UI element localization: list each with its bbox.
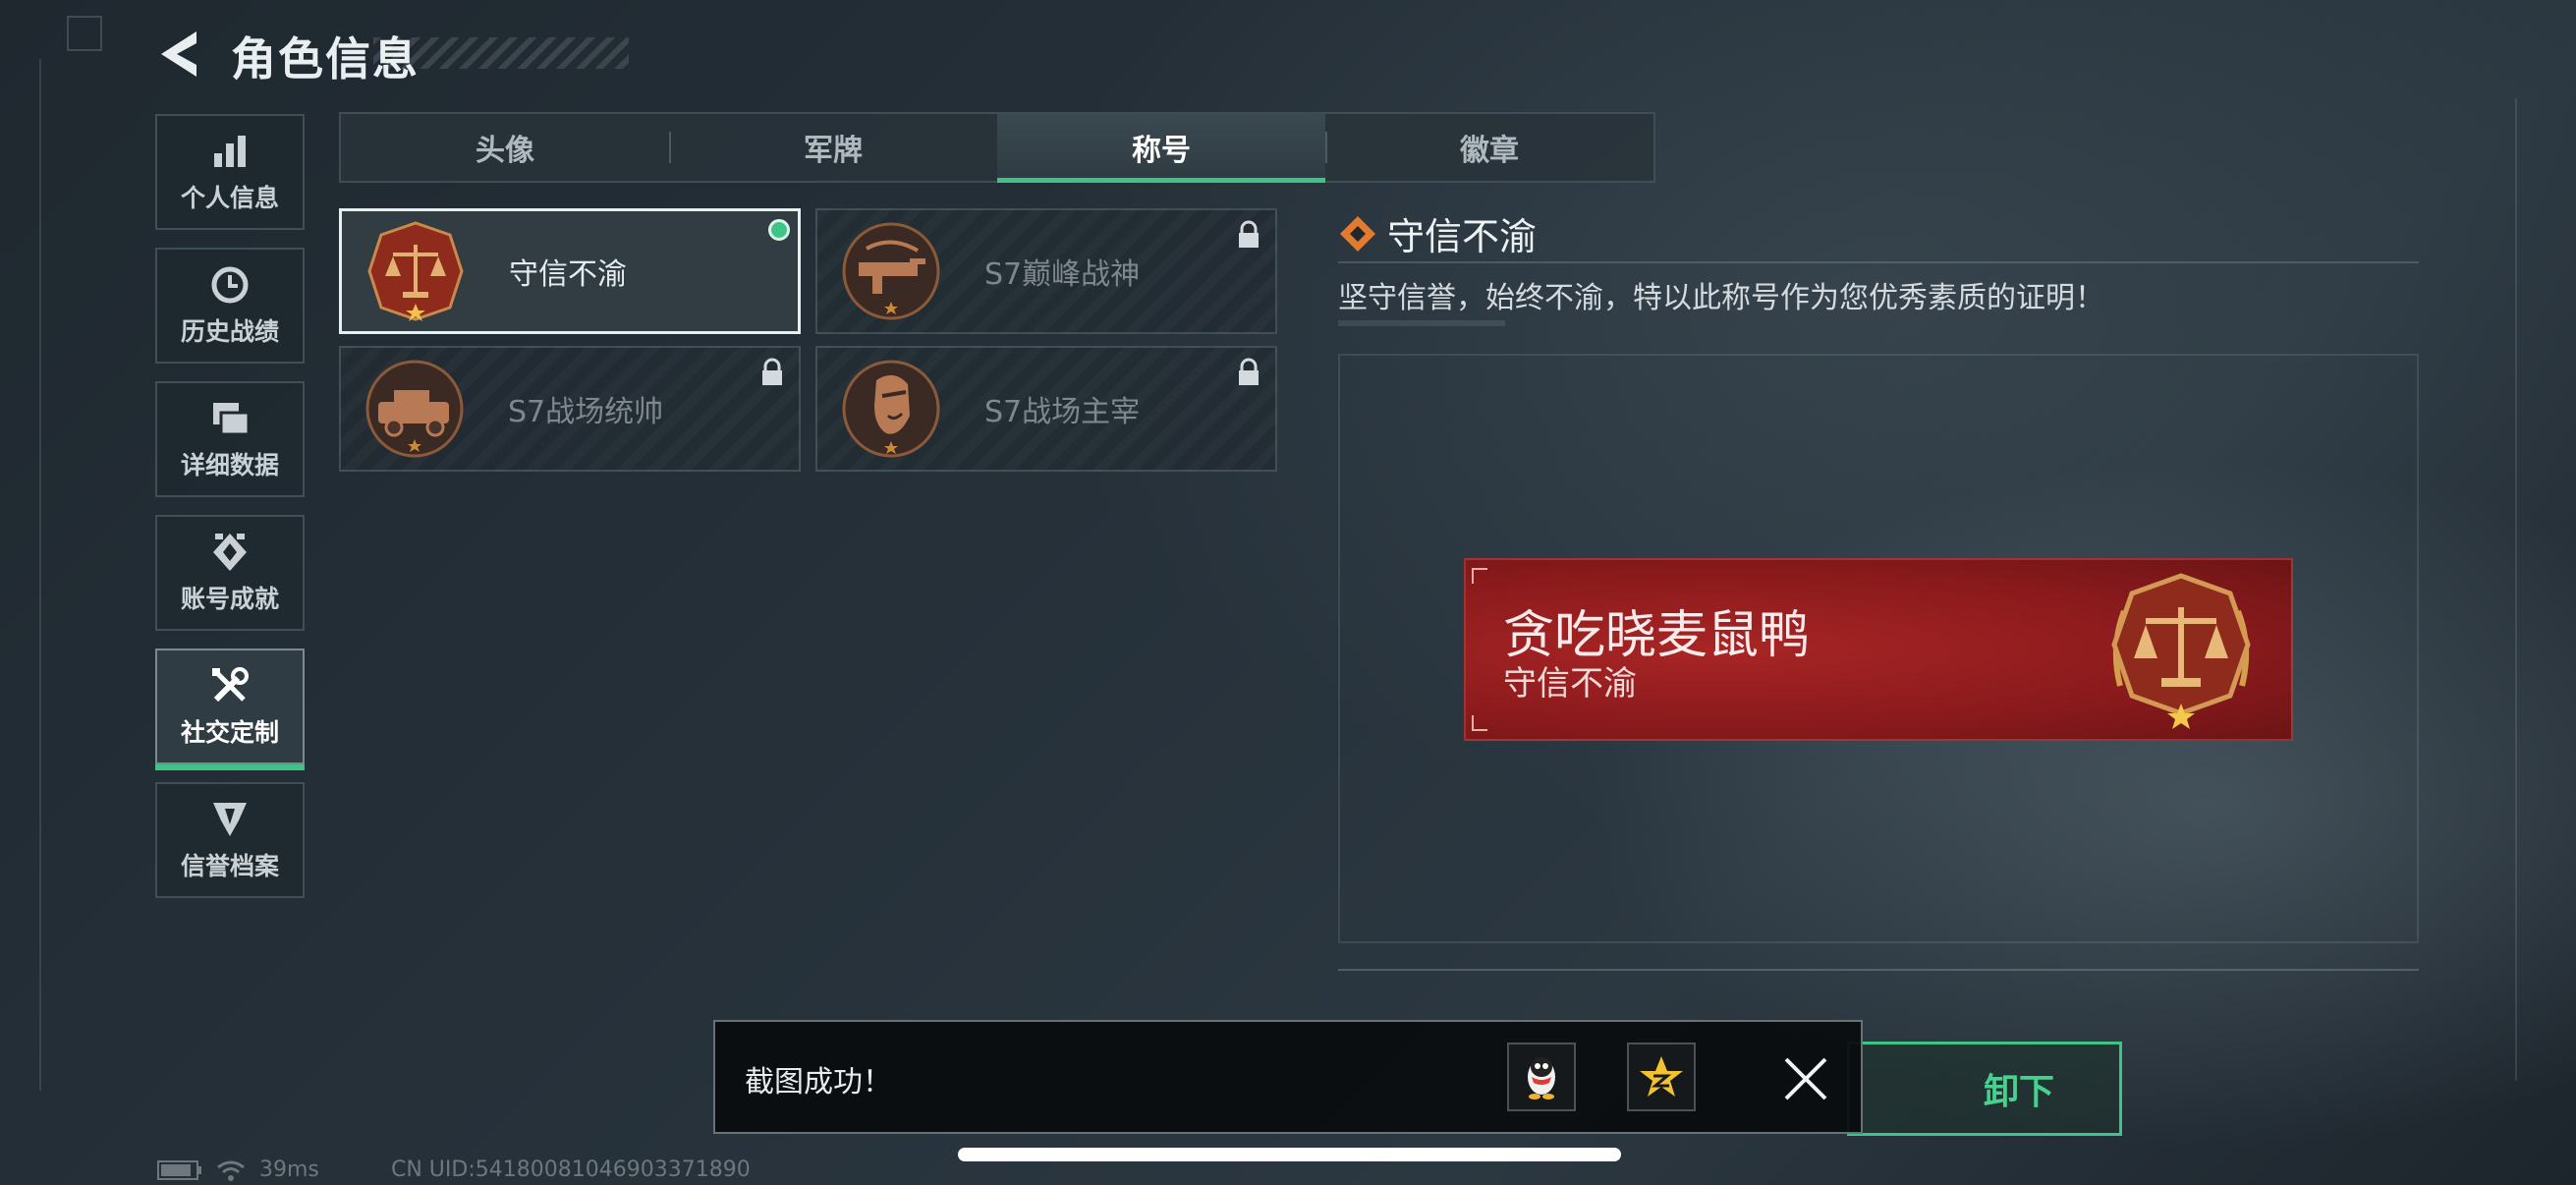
qq-penguin-icon (1528, 1057, 1555, 1100)
vehicle-medal-icon (365, 360, 464, 458)
toast-message: 截图成功！ (745, 1065, 892, 1100)
sidebar-item-label: 个人信息 (180, 184, 279, 212)
detail-title: 守信不渝 (1387, 215, 1538, 258)
unequip-button[interactable]: 卸下 (1847, 1042, 2122, 1136)
ping-value: 39ms (259, 1157, 319, 1182)
tab-avatar[interactable]: 头像 (341, 114, 669, 181)
lock-icon (1239, 358, 1259, 385)
tab-badge[interactable]: 徽章 (1325, 114, 1653, 181)
bar-chart-icon (208, 130, 252, 173)
title-card-s7-dominator[interactable]: S7战场主宰 (815, 346, 1277, 472)
title-decoration (373, 37, 629, 69)
title-card-name: S7战场主宰 (984, 395, 1141, 429)
player-uid: CN UID:54180081046903371890 (391, 1157, 751, 1182)
back-arrow-icon[interactable] (157, 29, 202, 79)
home-indicator (958, 1148, 1621, 1161)
sidebar-item-label: 详细数据 (180, 451, 279, 480)
banner-corner-mark (1472, 568, 1487, 584)
soldier-medal-icon (842, 360, 940, 458)
detail-divider (1338, 261, 2419, 263)
credit-icon (208, 798, 252, 841)
frame-line-left (39, 59, 41, 1091)
wifi-icon (217, 1160, 245, 1181)
battery-icon (157, 1159, 201, 1180)
title-card-name: S7战场统帅 (508, 395, 664, 429)
detail-description: 坚守信誉，始终不渝，特以此称号作为您优秀素质的证明！ (1338, 281, 2104, 315)
equipped-indicator (768, 219, 790, 241)
title-card-name: 守信不渝 (509, 257, 627, 292)
title-card-s7-peak[interactable]: S7巅峰战神 (815, 208, 1277, 334)
sidebar-item-achievements[interactable]: 账号成就 (155, 515, 305, 631)
detail-sub-decoration (1338, 320, 1505, 326)
sidebar-item-history[interactable]: 历史战绩 (155, 248, 305, 364)
title-card-name: S7巅峰战神 (984, 257, 1141, 292)
sidebar-item-label: 社交定制 (180, 718, 279, 747)
title-card-s7-commander[interactable]: S7战场统帅 (339, 346, 801, 472)
sidebar-item-detailed-data[interactable]: 详细数据 (155, 381, 305, 497)
title-type-tabs: 头像 军牌 称号 徽章 (339, 112, 1655, 183)
banner-title-text: 守信不渝 (1503, 664, 1637, 704)
share-qq-button[interactable] (1507, 1043, 1576, 1111)
tab-dog-tag[interactable]: 军牌 (669, 114, 997, 181)
qzone-star-icon (1640, 1056, 1683, 1097)
lock-icon (762, 358, 782, 385)
scales-medal-icon (2111, 573, 2251, 729)
sidebar-item-label: 账号成就 (180, 585, 279, 613)
frame-line-right (2515, 98, 2517, 1081)
close-icon[interactable] (1780, 1053, 1831, 1104)
title-card-shouxin[interactable]: 守信不渝 (339, 208, 801, 334)
corner-mark (67, 16, 102, 51)
banner-corner-mark (1472, 715, 1487, 731)
weapon-medal-icon (842, 222, 940, 320)
achievement-icon (208, 531, 252, 574)
scales-medal-icon (367, 221, 464, 321)
folder-icon (208, 397, 252, 440)
status-bar: 39ms (157, 1157, 319, 1182)
sidebar-item-social-custom[interactable]: 社交定制 (155, 649, 305, 770)
clock-history-icon (208, 263, 252, 307)
sidebar-item-label: 信誉档案 (180, 852, 279, 880)
share-qzone-button[interactable] (1627, 1043, 1696, 1111)
sidebar-item-personal-info[interactable]: 个人信息 (155, 114, 305, 230)
bottom-divider (1338, 969, 2419, 971)
sidebar-item-label: 历史战绩 (180, 317, 279, 346)
lock-icon (1239, 220, 1259, 248)
diamond-icon (1340, 216, 1375, 252)
sidebar-item-credit[interactable]: 信誉档案 (155, 782, 305, 898)
tools-icon (208, 664, 252, 707)
tab-title[interactable]: 称号 (997, 114, 1325, 183)
